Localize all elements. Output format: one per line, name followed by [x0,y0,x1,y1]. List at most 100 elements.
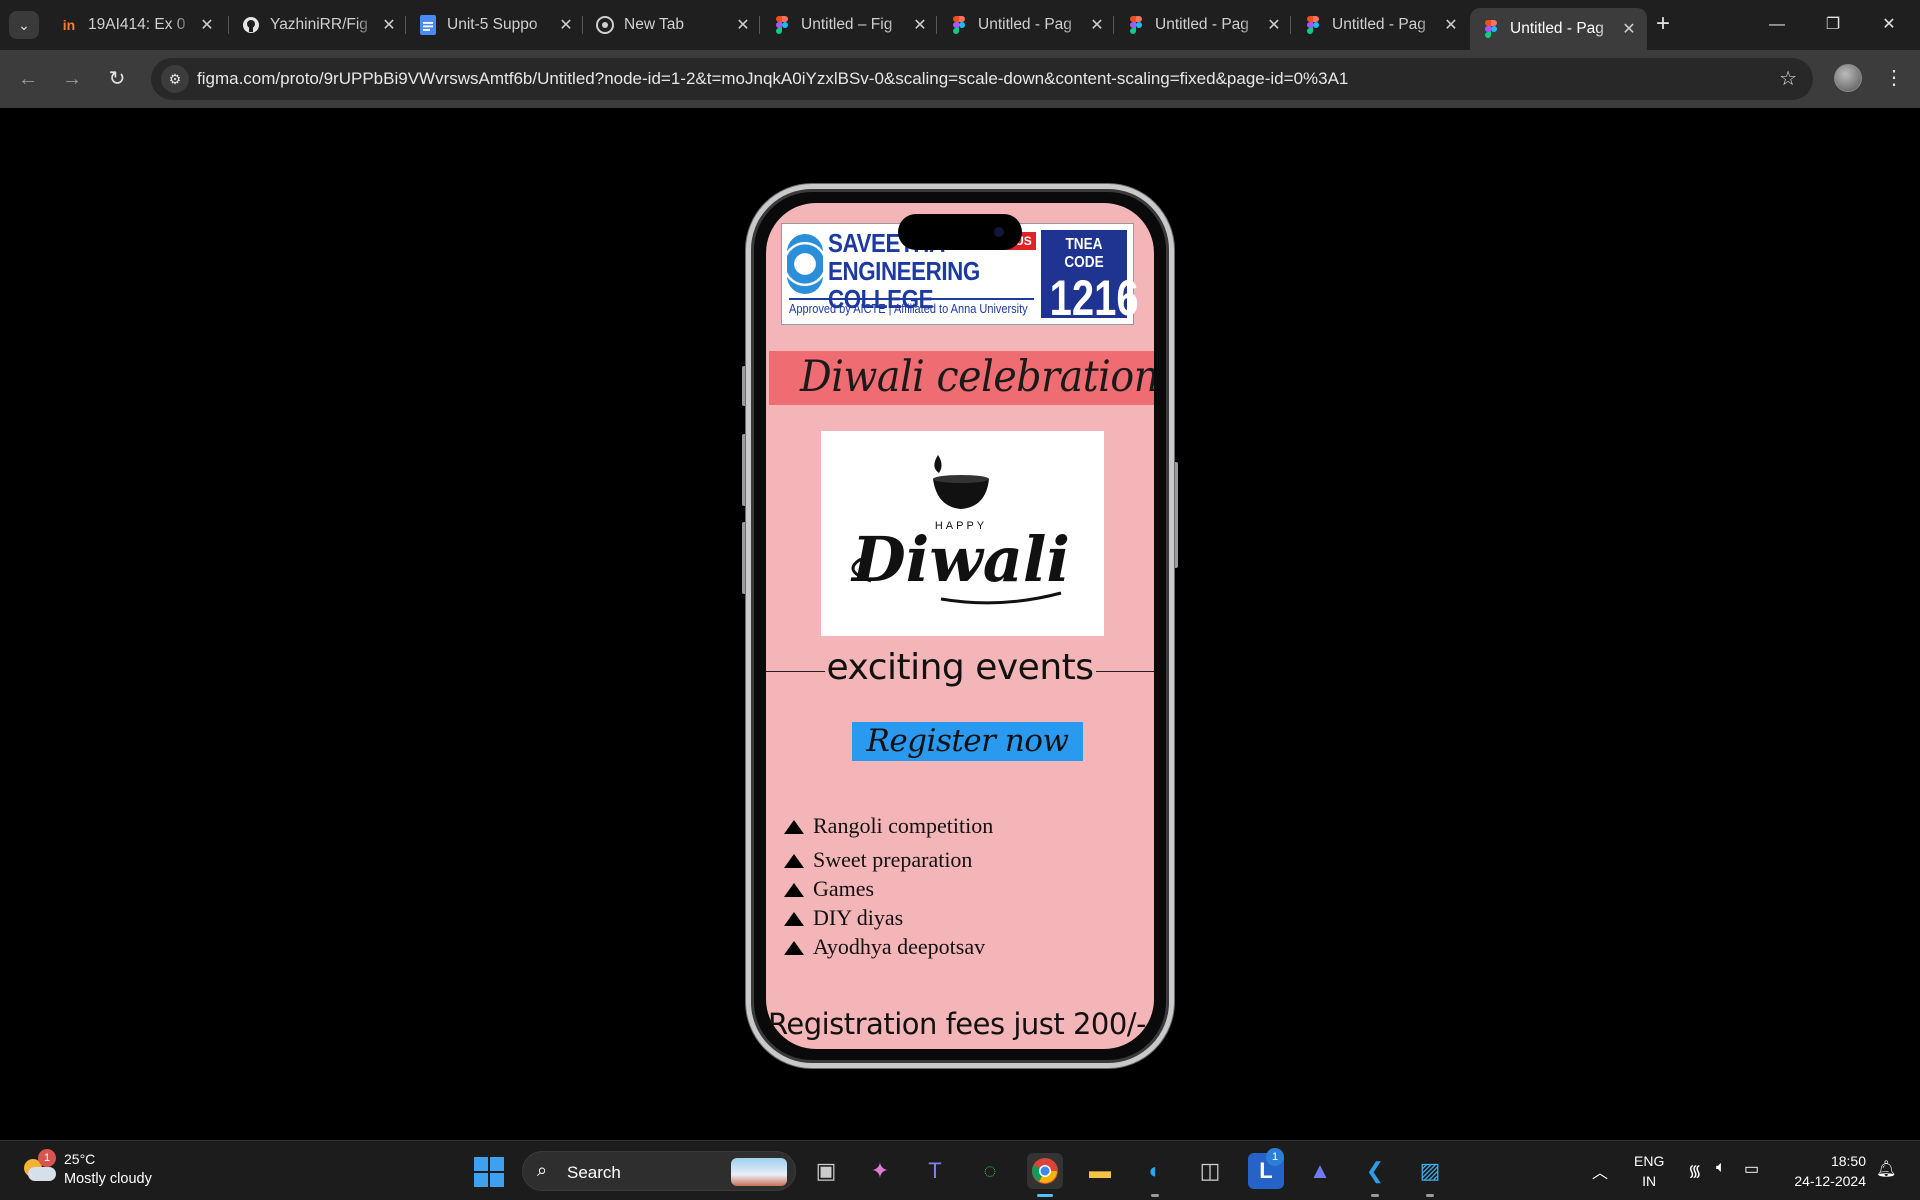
college-emblem-icon [787,234,823,294]
language-indicator[interactable]: ENG IN [1634,1151,1664,1191]
weather-temp[interactable]: 25°C [64,1151,95,1167]
address-bar[interactable]: ⚙ figma.com/proto/9rUPPbBi9VWvrswsAmtf6b… [151,58,1813,100]
close-tab-icon[interactable]: ✕ [377,15,401,35]
forward-button[interactable]: → [58,65,86,93]
profile-avatar[interactable] [1834,64,1862,92]
list-item: Games [784,876,874,902]
triangle-bullet-icon [784,854,804,868]
running-indicator [1037,1194,1053,1197]
tab-title: Untitled - Pag [1332,16,1426,33]
windows-start-icon[interactable] [474,1157,504,1187]
tab-5[interactable]: Untitled – Fig ✕ [761,8,938,42]
diya-lamp-icon [933,455,989,509]
tab-title: YazhiniRR/Fig [270,16,368,33]
close-tab-icon[interactable]: ✕ [554,15,578,35]
photos-icon[interactable]: ▨ [1412,1153,1448,1189]
tab-strip: ⌄ in 19AI414: Ex 0 ✕ YazhiniRR/Fig ✕ Uni… [0,0,1920,50]
tab-search-menu-button[interactable]: ⌄ [9,11,39,39]
approval-text: Approved by AICTE | Affiliated to Anna U… [789,302,1028,316]
taskbar: 1 25°C Mostly cloudy ⌕ Search ▣ ✦ T ◌ ▬ … [0,1140,1920,1200]
notification-bell-icon[interactable]: 🔔︎ [1876,1159,1896,1179]
figma-icon [950,16,968,34]
list-item: Rangoli competition [784,813,993,839]
camera-icon [994,227,1004,237]
close-tab-icon[interactable]: ✕ [195,15,219,35]
tab-2[interactable]: YazhiniRR/Fig ✕ [230,8,407,42]
close-tab-icon[interactable]: ✕ [731,15,755,35]
taskbar-search[interactable]: ⌕ Search [522,1151,796,1191]
diwali-script-text: Diwali [850,523,1070,596]
reload-button[interactable]: ↻ [103,65,131,93]
search-label: Search [567,1163,621,1182]
tab-title: Unit-5 Suppo [447,16,538,33]
url-text[interactable]: figma.com/proto/9rUPPbBi9VWvrswsAmtf6b/U… [197,69,1348,89]
figma-icon [1304,16,1322,34]
close-tab-icon[interactable]: ✕ [1617,19,1641,39]
browser-toolbar: ← → ↻ ⚙ figma.com/proto/9rUPPbBi9VWvrsws… [0,50,1920,108]
figma-icon [1127,16,1145,34]
copilot-icon[interactable]: ✦ [862,1153,898,1189]
tab-1[interactable]: in 19AI414: Ex 0 ✕ [48,8,225,42]
triangle-bullet-icon [784,941,804,955]
tab-6[interactable]: Untitled - Pag ✕ [938,8,1115,42]
github-icon [242,16,260,34]
new-tab-button[interactable]: + [1650,12,1676,38]
wifi-icon[interactable]: ᯾ [1688,1159,1702,1181]
tab-4[interactable]: New Tab ✕ [584,8,761,42]
events-heading: exciting events [766,647,1154,688]
close-tab-icon[interactable]: ✕ [1262,15,1286,35]
invision-icon: in [62,17,76,33]
browser-menu-icon[interactable]: ⋮ [1880,64,1908,92]
figma-icon [1482,20,1500,38]
volume-icon[interactable]: 🔈︎ [1716,1159,1726,1177]
tab-title: Untitled – Fig [801,16,893,33]
minimize-button[interactable]: — [1754,10,1800,40]
app-badge: 1 [1266,1148,1284,1166]
teams-icon[interactable]: T [917,1153,953,1189]
running-indicator [1371,1194,1379,1197]
register-now-button[interactable]: Register now [852,722,1083,761]
restore-button[interactable]: ❐ [1810,10,1856,40]
list-item: DIY diyas [784,905,903,931]
event-label: Rangoli competition [813,813,994,838]
close-tab-icon[interactable]: ✕ [1085,15,1109,35]
chevron-up-icon[interactable]: ︿ [1592,1159,1608,1183]
arc-icon[interactable]: ▲ [1302,1153,1338,1189]
battery-icon[interactable]: ▭ [1744,1159,1759,1179]
chrome-taskbar-icon[interactable] [1027,1153,1063,1189]
tab-8[interactable]: Untitled - Pag ✕ [1292,8,1469,42]
search-icon: ⌕ [537,1160,548,1180]
clock-date: 24-12-2024 [1794,1173,1866,1189]
clock-time: 18:50 [1830,1153,1866,1169]
tnea-label: TNEA CODE [1064,236,1104,271]
store-icon[interactable]: ◫ [1192,1153,1228,1189]
registration-fees-text: Registration fees just 200/- [768,1007,1147,1041]
file-explorer-icon[interactable]: ▬ [1082,1153,1118,1189]
close-tab-icon[interactable]: ✕ [908,15,932,35]
xbox-icon[interactable]: ◌ [972,1153,1008,1189]
tab-7[interactable]: Untitled - Pag ✕ [1115,8,1292,42]
lang-line1: ENG [1634,1153,1665,1169]
edge-icon[interactable]: ◐ [1137,1153,1173,1189]
task-view-icon[interactable]: ▣ [808,1153,844,1189]
vscode-icon[interactable]: ❮ [1357,1153,1393,1189]
tab-9-active[interactable]: Untitled - Pag ✕ [1470,8,1647,50]
triangle-bullet-icon [784,883,804,897]
search-highlight-image [731,1158,787,1186]
weather-badge: 1 [38,1149,56,1167]
tab-title: Untitled - Pag [978,16,1072,33]
list-item: Sweet preparation [784,847,972,873]
prototype-screen: SAVEETHA ENGINEERING COLLEGE AUTONOMOUS … [766,203,1154,1049]
system-clock[interactable]: 18:50 24-12-2024 [1786,1151,1866,1191]
close-tab-icon[interactable]: ✕ [1439,15,1463,35]
weather-condition[interactable]: Mostly cloudy [64,1171,152,1187]
back-button[interactable]: ← [14,65,42,93]
banner-title: Diwali celebration [800,352,1154,402]
dynamic-island [898,214,1022,250]
close-window-button[interactable]: ✕ [1866,10,1912,40]
bookmark-star-icon[interactable]: ☆ [1779,66,1797,91]
tab-3[interactable]: Unit-5 Suppo ✕ [407,8,584,42]
figma-icon [773,16,791,34]
site-info-icon[interactable]: ⚙ [161,65,189,93]
list-item: Ayodhya deepotsav [784,934,985,960]
